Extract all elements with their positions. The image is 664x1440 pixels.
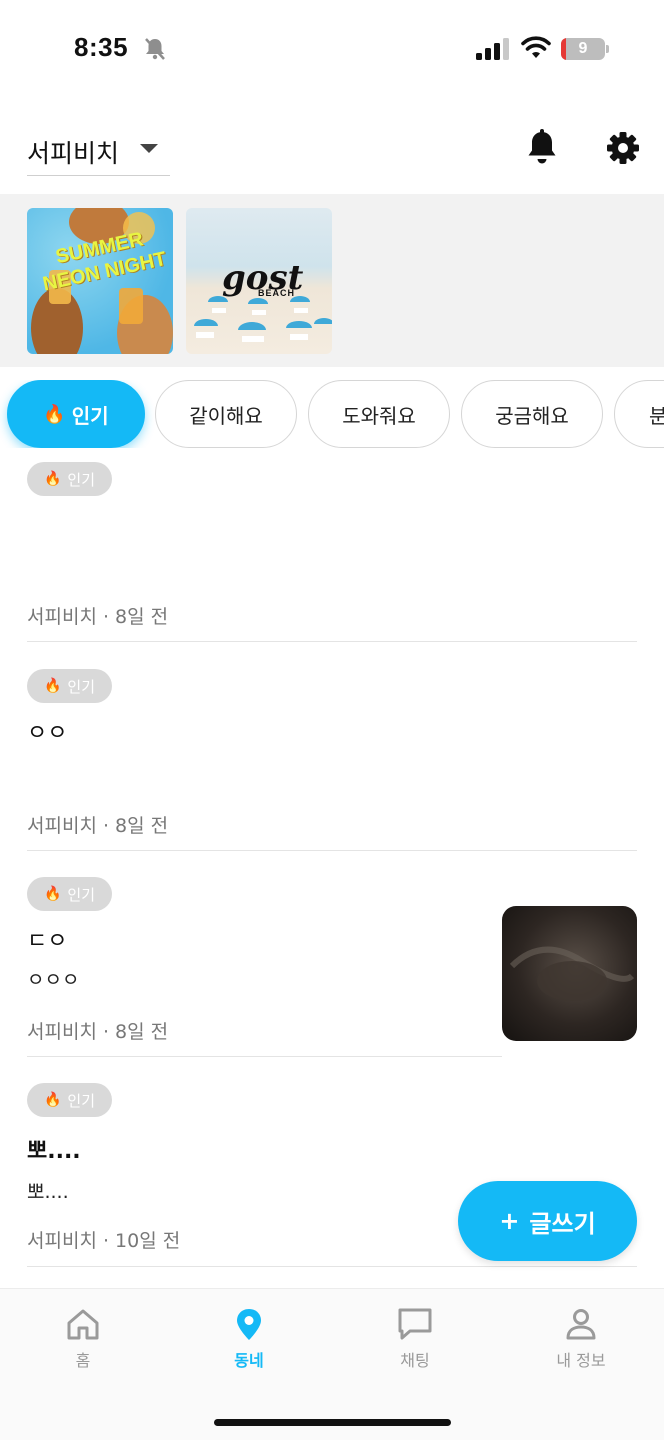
nav-my-info-label: 내 정보 — [556, 1351, 606, 1370]
status-bar: 8:35 9 — [0, 0, 664, 100]
fire-icon: 🔥 — [43, 1092, 62, 1108]
post-meta: 서피비치 · 8일 전 — [27, 1021, 169, 1043]
fire-icon: 🔥 — [43, 403, 66, 425]
post-title: 뽀.... — [27, 1139, 81, 1164]
popular-badge: 🔥 인기 — [27, 669, 112, 703]
post-meta: 서피비치 · 8일 전 — [27, 606, 169, 628]
write-post-label: 글쓰기 — [529, 1209, 596, 1238]
chip-label: 인기 — [71, 403, 109, 428]
chip-more[interactable]: 분 — [614, 380, 664, 448]
gear-icon[interactable] — [605, 128, 641, 168]
nav-neighborhood[interactable]: 동네 — [194, 1307, 304, 1377]
header: 서피비치 — [0, 110, 664, 190]
cellular-signal-icon — [476, 38, 509, 60]
post-title: ㅇㅇ — [27, 721, 68, 746]
nav-chat-label: 채팅 — [400, 1351, 430, 1370]
badge-label: 인기 — [67, 1091, 96, 1110]
wifi-icon — [521, 36, 551, 58]
banner-summer-neon-night[interactable]: SUMMER NEON NIGHT — [27, 208, 173, 354]
nav-neighborhood-label: 동네 — [234, 1351, 264, 1370]
badge-label: 인기 — [67, 885, 96, 904]
nav-my-info[interactable]: 내 정보 — [526, 1307, 636, 1377]
post-meta: 서피비치 · 10일 전 — [27, 1230, 181, 1252]
battery-icon: 9 — [561, 38, 609, 60]
location-label: 서피비치 — [27, 138, 120, 168]
chip-label: 도와줘요 — [342, 403, 416, 428]
bottom-navigation: 홈 동네 채팅 내 정보 — [0, 1288, 664, 1440]
location-dropdown[interactable]: 서피비치 — [27, 128, 170, 176]
chat-icon — [398, 1308, 432, 1340]
banner-carousel: SUMMER NEON NIGHT gost BEACH — [0, 194, 664, 367]
badge-label: 인기 — [67, 677, 96, 696]
nav-home-label: 홈 — [75, 1351, 91, 1370]
caret-down-icon — [140, 144, 158, 153]
fire-icon: 🔥 — [43, 471, 62, 487]
chip-popular[interactable]: 🔥 인기 — [7, 380, 145, 448]
fire-icon: 🔥 — [43, 886, 62, 902]
badge-label: 인기 — [67, 470, 96, 489]
nav-chat[interactable]: 채팅 — [360, 1307, 470, 1377]
nav-home[interactable]: 홈 — [28, 1307, 138, 1377]
chip-label: 분 — [649, 403, 664, 428]
category-chips: 🔥 인기 같이해요 도와줘요 궁금해요 분 — [0, 380, 664, 448]
chip-label: 같이해요 — [189, 403, 263, 428]
location-pin-icon — [237, 1309, 261, 1340]
post-thumbnail[interactable] — [502, 906, 637, 1041]
popular-badge: 🔥 인기 — [27, 877, 112, 911]
bell-muted-icon — [145, 38, 165, 60]
chip-label: 궁금해요 — [495, 403, 569, 428]
post-item[interactable]: 🔥 인기 서피비치 · 8일 전 — [27, 462, 637, 642]
post-body: 뽀.... — [27, 1181, 69, 1203]
banner-gost-beach[interactable]: gost BEACH — [186, 208, 332, 354]
battery-level: 9 — [578, 40, 588, 57]
plus-icon: + — [499, 1207, 520, 1235]
chip-help[interactable]: 도와줘요 — [308, 380, 450, 448]
post-item[interactable]: 🔥 인기 ㅇㅇ 서피비치 · 8일 전 — [27, 669, 637, 851]
bell-icon[interactable] — [524, 128, 560, 168]
fire-icon: 🔥 — [43, 678, 62, 694]
write-post-button[interactable]: + 글쓰기 — [458, 1181, 637, 1261]
post-item[interactable]: 🔥 인기 ㄷㅇ ㅇㅇㅇ 서피비치 · 8일 전 — [27, 877, 502, 1057]
thumbnail-image — [509, 946, 635, 1001]
chip-curious[interactable]: 궁금해요 — [461, 380, 603, 448]
home-icon — [67, 1309, 99, 1340]
chip-together[interactable]: 같이해요 — [155, 380, 297, 448]
person-icon — [566, 1309, 596, 1340]
status-time: 8:35 — [74, 32, 129, 62]
banner-gost-sub: BEACH — [258, 288, 296, 298]
popular-badge: 🔥 인기 — [27, 462, 112, 496]
post-meta: 서피비치 · 8일 전 — [27, 815, 169, 837]
popular-badge: 🔥 인기 — [27, 1083, 112, 1117]
post-body: ㅇㅇㅇ — [27, 969, 80, 991]
home-indicator[interactable] — [214, 1419, 451, 1426]
post-title: ㄷㅇ — [27, 929, 68, 954]
